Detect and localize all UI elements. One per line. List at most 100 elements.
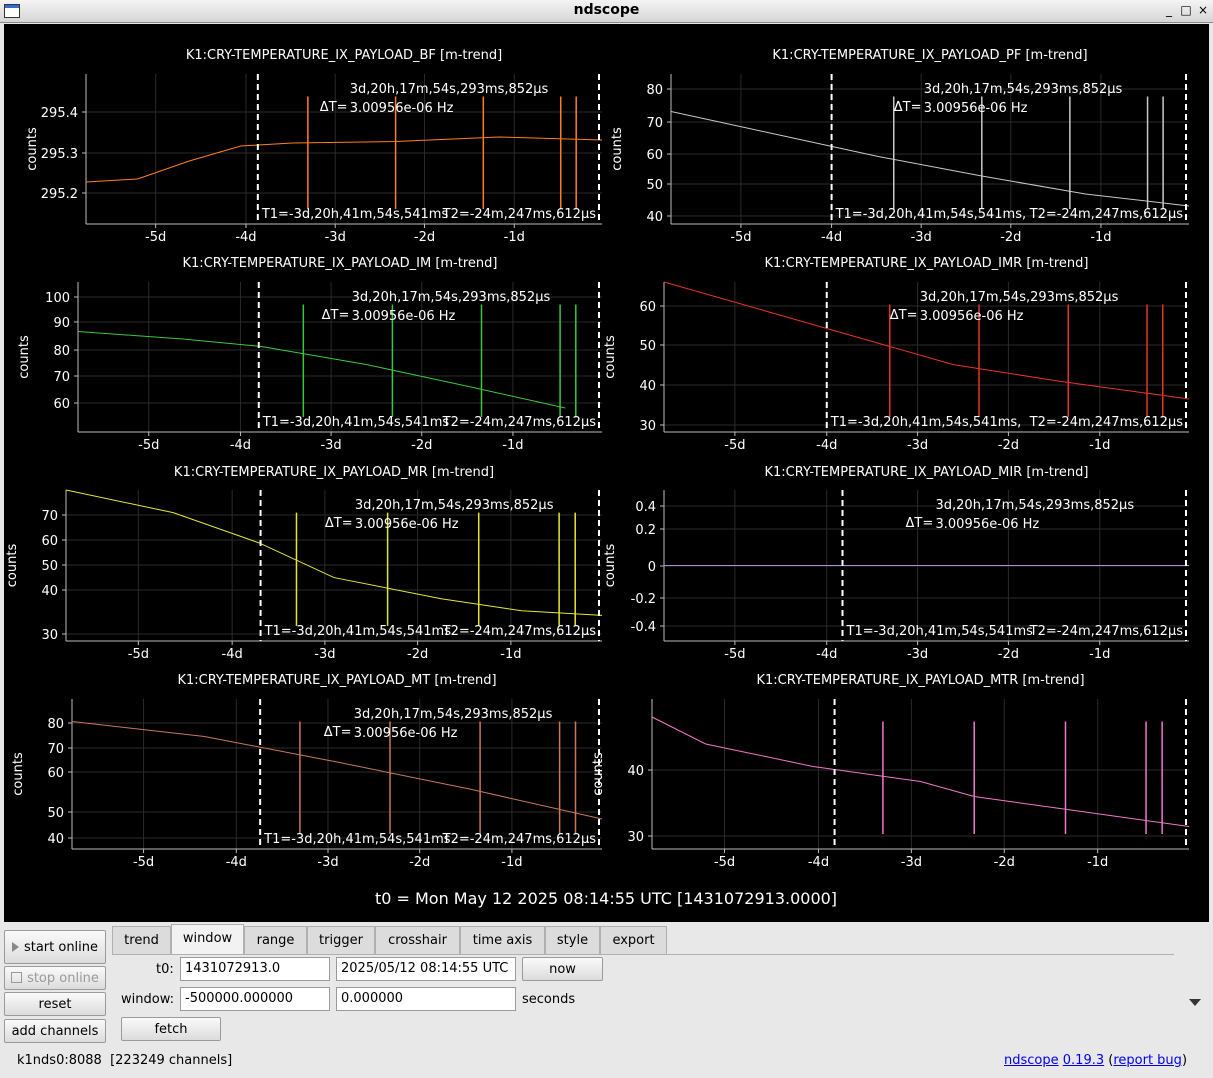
tab-range[interactable]: range: [244, 926, 307, 954]
t2-label: T2=-24m,247ms,612μs: [442, 832, 597, 847]
plot-title: K1:CRY-TEMPERATURE_IX_PAYLOAD_BF [m-tren…: [186, 48, 502, 63]
plots-canvas[interactable]: K1:CRY-TEMPERATURE_IX_PAYLOAD_BF [m-tren…: [4, 24, 1209, 922]
x-tick-label: -1d: [500, 647, 521, 662]
y-tick-label: 70: [41, 509, 58, 524]
version-info: ndscope 0.19.3 (report bug): [1004, 1053, 1188, 1068]
y-tick-label: 70: [646, 116, 663, 131]
trace-line: [670, 111, 1190, 207]
t0-label: t0 = Mon May 12 2025 08:14:55 UTC [14310…: [375, 889, 837, 908]
stop-online-button[interactable]: stop online: [4, 966, 106, 990]
y-tick-label: 295.3: [41, 147, 78, 162]
control-panel: start online stop online reset add chann…: [0, 922, 1213, 1078]
delta-t-label: ΔT=: [325, 516, 353, 531]
plot-panel: K1:CRY-TEMPERATURE_IX_PAYLOAD_MTR [m-tre…: [591, 673, 1190, 870]
plot-panel: K1:CRY-TEMPERATURE_IX_PAYLOAD_MR [m-tren…: [5, 465, 603, 662]
y-tick-label: 80: [53, 344, 70, 359]
delta-t-label: ΔT=: [894, 100, 922, 115]
plot-area[interactable]: K1:CRY-TEMPERATURE_IX_PAYLOAD_BF [m-tren…: [4, 24, 1209, 922]
plot-panel: K1:CRY-TEMPERATURE_IX_PAYLOAD_IMR [m-tre…: [603, 256, 1190, 453]
x-tick-label: -5d: [138, 438, 159, 453]
y-tick-label: 100: [45, 291, 70, 306]
window-start-input[interactable]: -500000.000000: [180, 987, 330, 1011]
delta-t-label: ΔT=: [324, 725, 352, 740]
y-axis-label: counts: [603, 544, 618, 588]
y-tick-label: 40: [47, 832, 64, 847]
report-bug-link[interactable]: report bug: [1113, 1053, 1182, 1068]
x-tick-label: -3d: [314, 647, 335, 662]
t1-label: T1=-3d,20h,41m,54s,541ms: [846, 624, 1034, 639]
delta-t-frequency: 3.00956e-06 Hz: [924, 101, 1028, 116]
t2-label: T2=-24m,247ms,612μs: [442, 415, 597, 430]
plot-title: K1:CRY-TEMPERATURE_IX_PAYLOAD_IMR [m-tre…: [765, 256, 1089, 271]
x-tick-label: -1d: [1089, 647, 1110, 662]
tab-export[interactable]: export: [600, 926, 667, 954]
t1-label: T1=-3d,20h,41m,54s,541ms,: [835, 207, 1027, 222]
delta-t-frequency: 3.00956e-06 Hz: [936, 517, 1040, 532]
x-tick-label: -4d: [808, 855, 829, 870]
delta-t-value: 3d,20h,17m,54s,293ms,852μs: [350, 82, 549, 97]
version-link[interactable]: 0.19.3: [1063, 1053, 1104, 1068]
y-tick-label: 30: [639, 419, 656, 434]
y-tick-label: 50: [646, 178, 663, 193]
x-tick-label: -3d: [907, 438, 928, 453]
t0-gps-input[interactable]: 1431072913.0: [180, 957, 330, 981]
tab-time-axis[interactable]: time axis: [460, 926, 545, 954]
y-axis-label: counts: [5, 544, 20, 588]
delta-t-frequency: 3.00956e-06 Hz: [354, 726, 458, 741]
trace-line: [651, 716, 1190, 827]
tab-style[interactable]: style: [545, 926, 600, 954]
x-tick-label: -5d: [714, 855, 735, 870]
tab-trigger[interactable]: trigger: [307, 926, 375, 954]
t2-label: T2=-24m,247ms,612μs: [442, 207, 597, 222]
tab-window[interactable]: window: [171, 924, 244, 955]
ndscope-link[interactable]: ndscope: [1004, 1053, 1059, 1068]
y-axis-label: counts: [11, 752, 26, 796]
channel-count: [223249 channels]: [110, 1053, 233, 1068]
minimize-icon[interactable]: _: [1162, 3, 1176, 17]
t1-label: T1=-3d,20h,41m,54s,541ms: [264, 624, 452, 639]
x-tick-label: -3d: [320, 438, 341, 453]
delta-t-frequency: 3.00956e-06 Hz: [355, 517, 459, 532]
y-tick-label: 80: [646, 83, 663, 98]
plot-panel: K1:CRY-TEMPERATURE_IX_PAYLOAD_PF [m-tren…: [610, 48, 1190, 245]
close-icon[interactable]: ×: [1196, 3, 1210, 17]
x-tick-label: -5d: [724, 647, 745, 662]
y-axis-label: counts: [17, 335, 32, 379]
add-channels-button[interactable]: add channels: [4, 1019, 106, 1043]
x-tick-label: -5d: [145, 230, 166, 245]
now-button[interactable]: now: [522, 957, 603, 981]
window-end-input[interactable]: 0.000000: [336, 987, 516, 1011]
fetch-button[interactable]: fetch: [121, 1017, 221, 1041]
delta-t-value: 3d,20h,17m,54s,293ms,852μs: [352, 290, 551, 305]
tab-divider: [112, 954, 1174, 955]
x-tick-label: -2d: [414, 230, 435, 245]
tab-trend[interactable]: trend: [112, 926, 171, 954]
y-tick-label: 295.4: [41, 106, 78, 121]
plot-title: K1:CRY-TEMPERATURE_IX_PAYLOAD_MIR [m-tre…: [765, 465, 1089, 480]
y-tick-label: 30: [41, 628, 58, 643]
y-tick-label: 70: [53, 370, 70, 385]
stop-icon: [11, 972, 23, 983]
plot-title: K1:CRY-TEMPERATURE_IX_PAYLOAD_MTR [m-tre…: [756, 673, 1084, 688]
reset-button[interactable]: reset: [4, 992, 106, 1016]
y-tick-label: 40: [639, 379, 656, 394]
y-axis-label: counts: [25, 127, 40, 171]
y-tick-label: 90: [53, 316, 70, 331]
delta-t-label: ΔT=: [906, 516, 934, 531]
x-tick-label: -4d: [226, 855, 247, 870]
plot-panel: K1:CRY-TEMPERATURE_IX_PAYLOAD_BF [m-tren…: [25, 48, 603, 245]
maximize-icon[interactable]: □: [1179, 3, 1193, 17]
t2-label: T2=-24m,247ms,612μs: [1029, 624, 1184, 639]
tab-crosshair[interactable]: crosshair: [375, 926, 460, 954]
chevron-down-icon[interactable]: [1189, 999, 1201, 1006]
x-tick-label: -4d: [821, 230, 842, 245]
delta-t-value: 3d,20h,17m,54s,293ms,852μs: [936, 498, 1135, 513]
start-online-button[interactable]: start online: [4, 930, 106, 964]
x-tick-label: -1d: [1090, 230, 1111, 245]
plot-title: K1:CRY-TEMPERATURE_IX_PAYLOAD_PF [m-tren…: [772, 48, 1087, 63]
server-address: k1nds0:8088: [17, 1053, 102, 1068]
y-axis-label: counts: [603, 335, 618, 379]
y-tick-label: 50: [41, 559, 58, 574]
window-titlebar: ndscope _ □ ×: [0, 0, 1213, 23]
t0-utc-input[interactable]: 2025/05/12 08:14:55 UTC: [336, 957, 516, 981]
